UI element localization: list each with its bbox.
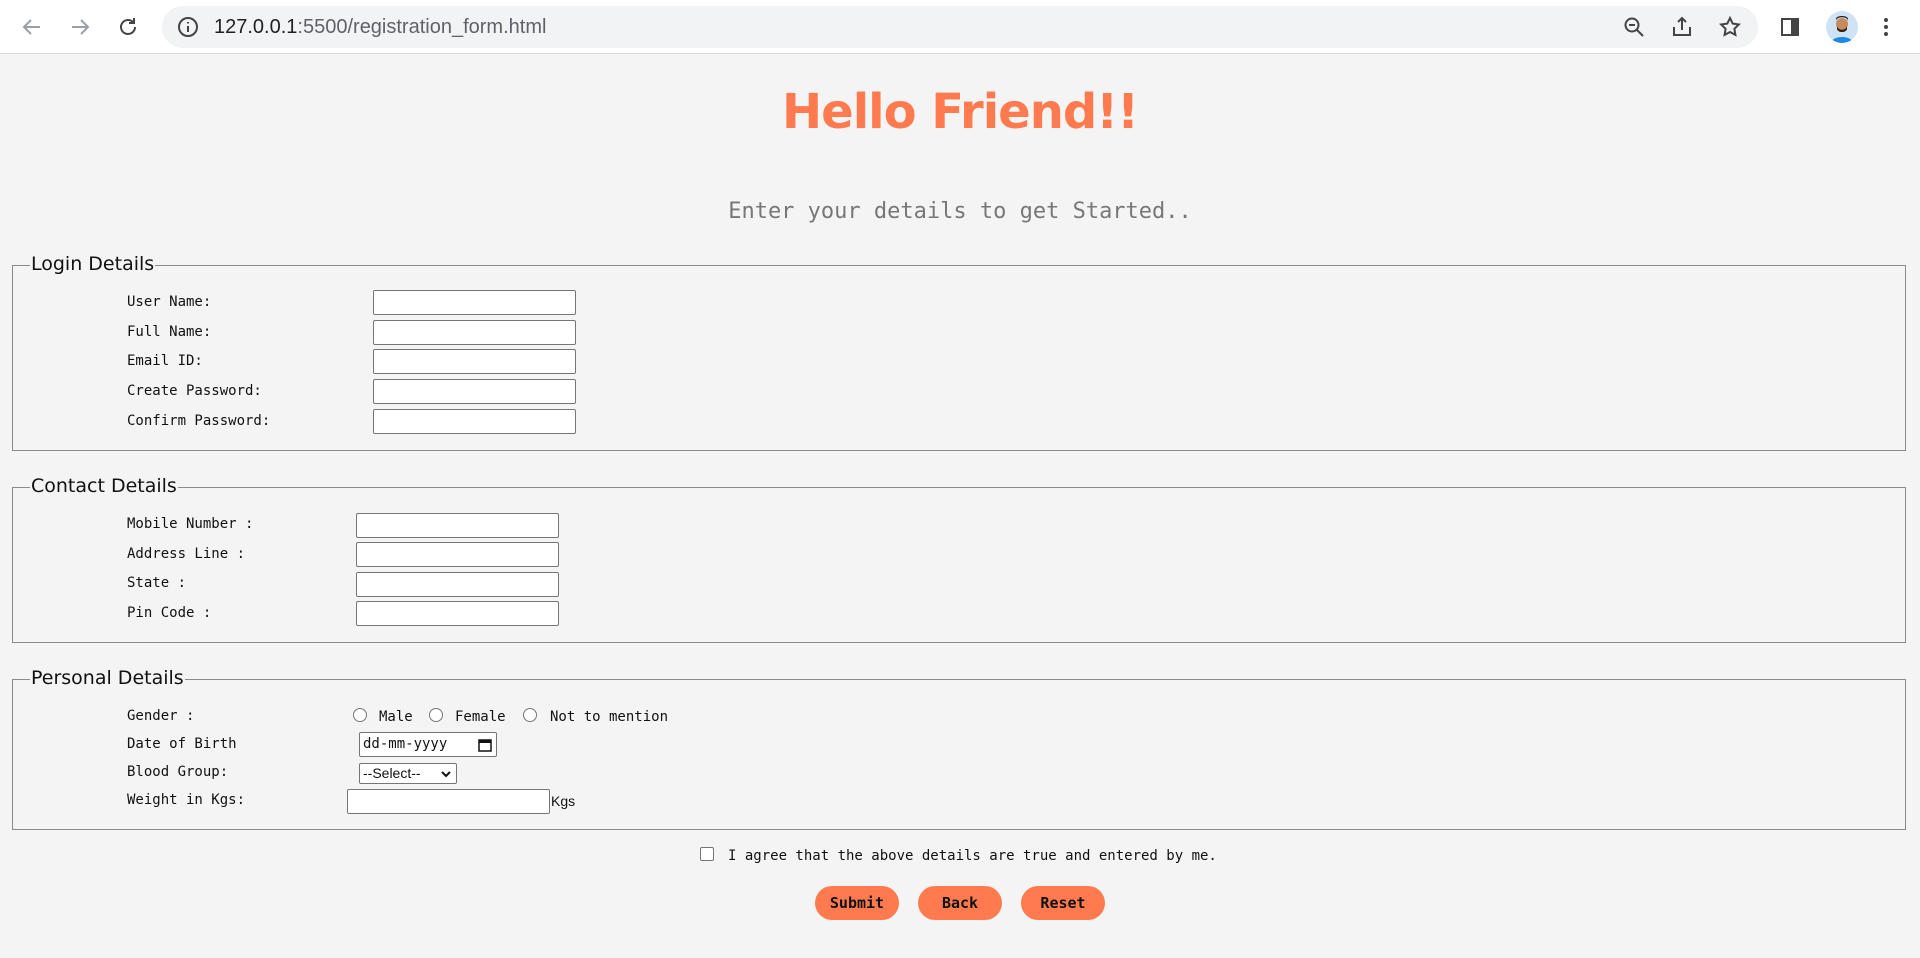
contact-details-legend: Contact Details — [30, 475, 178, 497]
menu-kebab-icon[interactable] — [1868, 9, 1904, 45]
calendar-icon[interactable] — [478, 738, 492, 752]
chevron-down-icon — [441, 771, 451, 778]
mobile-label: Mobile Number : — [127, 516, 254, 532]
email-input[interactable] — [373, 349, 576, 374]
contact-details-fieldset: Contact Details Mobile Number : Address … — [12, 475, 1906, 643]
profile-avatar[interactable] — [1826, 11, 1858, 43]
page-subtitle: Enter your details to get Started.. — [728, 199, 1192, 224]
weight-label: Weight in Kgs: — [127, 792, 246, 808]
pincode-label: Pin Code : — [127, 605, 212, 621]
address-input[interactable] — [356, 542, 559, 567]
confirm-password-input[interactable] — [373, 409, 576, 434]
gender-not-to-mention-label: Not to mention — [550, 709, 669, 725]
login-details-legend: Login Details — [30, 253, 156, 275]
weight-unit: Kgs — [551, 793, 576, 809]
gender-female-radio[interactable] — [429, 708, 443, 722]
address-label: Address Line : — [127, 546, 246, 562]
username-label: User Name: — [127, 294, 212, 310]
personal-details-legend: Personal Details — [30, 667, 185, 689]
fullname-label: Full Name: — [127, 324, 212, 340]
personal-details-fieldset: Personal Details Gender : Male Female No… — [12, 667, 1906, 830]
dob-label: Date of Birth — [127, 736, 237, 752]
fullname-input[interactable] — [373, 320, 576, 345]
url-text[interactable]: 127.0.0.1:5500/registration_form.html — [214, 6, 546, 48]
blood-group-label: Blood Group: — [127, 764, 229, 780]
bookmark-star-icon[interactable] — [1718, 15, 1742, 39]
side-panel-icon[interactable] — [1772, 9, 1808, 45]
login-details-fieldset: Login Details User Name: Full Name: Emai… — [12, 253, 1906, 451]
create-password-input[interactable] — [373, 379, 576, 404]
pincode-input[interactable] — [356, 601, 559, 626]
gender-male-radio[interactable] — [353, 708, 367, 722]
dob-input[interactable]: dd-mm-yyyy — [359, 732, 497, 757]
reset-button[interactable]: Reset — [1021, 886, 1105, 920]
blood-group-select[interactable]: --Select-- — [359, 763, 457, 784]
mobile-input[interactable] — [356, 513, 559, 538]
agreement-text: I agree that the above details are true … — [728, 848, 1217, 864]
zoom-out-icon[interactable] — [1622, 15, 1646, 39]
create-password-label: Create Password: — [127, 383, 262, 399]
gender-male-label: Male — [379, 709, 413, 725]
state-label: State : — [127, 575, 187, 591]
info-icon[interactable] — [176, 15, 200, 39]
address-bar[interactable]: 127.0.0.1:5500/registration_form.html — [162, 6, 1758, 48]
gender-female-label: Female — [455, 709, 506, 725]
browser-toolbar: 127.0.0.1:5500/registration_form.html — [0, 0, 1920, 54]
back-arrow-icon[interactable] — [14, 9, 50, 45]
weight-input[interactable] — [347, 789, 550, 814]
email-label: Email ID: — [127, 353, 203, 369]
state-input[interactable] — [356, 572, 559, 597]
submit-button[interactable]: Submit — [815, 886, 899, 920]
reload-icon[interactable] — [110, 9, 146, 45]
share-icon[interactable] — [1670, 15, 1694, 39]
agreement-checkbox[interactable] — [700, 847, 714, 861]
back-button[interactable]: Back — [918, 886, 1002, 920]
dob-placeholder: dd-mm-yyyy — [363, 736, 448, 752]
forward-arrow-icon[interactable] — [62, 9, 98, 45]
blood-group-selected: --Select-- — [363, 765, 421, 781]
username-input[interactable] — [373, 290, 576, 315]
gender-not-to-mention-radio[interactable] — [523, 708, 537, 722]
page-title: Hello Friend!! — [781, 84, 1139, 140]
gender-label: Gender : — [127, 708, 195, 724]
confirm-password-label: Confirm Password: — [127, 413, 271, 429]
